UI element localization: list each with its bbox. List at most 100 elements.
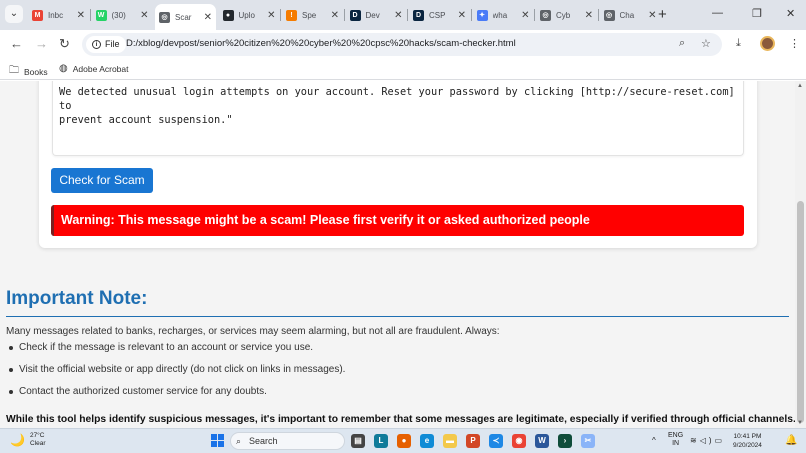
notification-bell-icon[interactable]: 🔔 bbox=[785, 435, 797, 446]
tab-close-icon[interactable]: ✕ bbox=[140, 10, 148, 21]
file-explorer-icon[interactable]: ▬ bbox=[443, 434, 457, 448]
tab-close-icon[interactable]: ✕ bbox=[331, 10, 339, 21]
snipping-tool-icon[interactable]: ✂ bbox=[581, 434, 595, 448]
tab-close-icon[interactable]: ✕ bbox=[585, 10, 593, 21]
taskbar: 🌙 27°C Clear ⌕ Search ▤ L ● e ▬ P ≺ ◉ W … bbox=[0, 428, 806, 453]
bookmark-books[interactable]: 🗀 Books bbox=[9, 63, 48, 80]
bookmark-star-icon[interactable]: ☆ bbox=[701, 37, 711, 50]
info-icon: i bbox=[92, 40, 101, 49]
app-l-icon[interactable]: L bbox=[374, 434, 388, 448]
browser-tab[interactable]: D CSP ✕ bbox=[409, 4, 470, 26]
tab-favicon-icon: W bbox=[95, 9, 107, 21]
tab-close-icon[interactable]: ✕ bbox=[394, 10, 402, 21]
wifi-icon: ≋ bbox=[690, 436, 700, 445]
browser-tab[interactable]: ◎ Scar ✕ bbox=[155, 4, 216, 30]
browser-tab[interactable]: ◎ Cyb ✕ bbox=[536, 4, 597, 26]
restore-icon[interactable]: ❐ bbox=[752, 7, 762, 20]
language-indicator[interactable]: ENG IN bbox=[668, 432, 683, 448]
tab-separator bbox=[280, 9, 281, 21]
scrollbar-thumb[interactable] bbox=[797, 201, 804, 423]
tab-close-icon[interactable]: ✕ bbox=[648, 10, 656, 21]
task-view-icon[interactable]: ▤ bbox=[351, 434, 365, 448]
word-icon[interactable]: W bbox=[535, 434, 549, 448]
back-arrow-icon[interactable]: ← bbox=[10, 36, 23, 51]
browser-tab[interactable]: ● Uplo ✕ bbox=[219, 4, 280, 26]
scam-checker-card: We detected unusual login attempts on yo… bbox=[39, 81, 757, 248]
new-tab-button[interactable]: + bbox=[658, 6, 667, 23]
note-intro: Many messages related to banks, recharge… bbox=[6, 326, 500, 337]
tab-title: CSP bbox=[429, 10, 446, 20]
tab-favicon-icon: ◎ bbox=[603, 9, 615, 21]
note-footer: While this tool helps identify suspiciou… bbox=[6, 414, 795, 425]
browser-tab[interactable]: ! Spe ✕ bbox=[282, 4, 343, 26]
browser-tab[interactable]: ◎ Cha ✕ bbox=[600, 4, 661, 26]
page-scrollbar[interactable]: ▲ ▼ bbox=[795, 81, 806, 428]
bullet-icon bbox=[9, 390, 13, 394]
tab-strip: ⌄ M Inbc ✕ W (30) ✕ ◎ Scar ✕ ● Uplo ✕! Spe ✕ D Dev ✕ D CSP… bbox=[0, 0, 806, 30]
message-textarea[interactable]: We detected unusual login attempts on yo… bbox=[52, 81, 744, 156]
scam-warning-alert: Warning: This message might be a scam! P… bbox=[51, 205, 744, 236]
profile-avatar[interactable] bbox=[760, 36, 775, 51]
tab-favicon-icon: ● bbox=[222, 9, 234, 21]
download-icon[interactable]: ⤓ bbox=[736, 37, 741, 50]
tab-close-icon[interactable]: ✕ bbox=[521, 10, 529, 21]
tab-separator bbox=[407, 9, 408, 21]
search-icon: ⌕ bbox=[236, 436, 242, 446]
tab-search-button[interactable]: ⌄ bbox=[5, 5, 23, 23]
tab-title: Cha bbox=[619, 10, 635, 20]
bookmark-adobe-acrobat[interactable]: ◍ Adobe Acrobat bbox=[59, 63, 129, 74]
zoom-icon[interactable]: ⌕ bbox=[679, 37, 685, 50]
tab-close-icon[interactable]: ✕ bbox=[77, 10, 85, 21]
tab-close-icon[interactable]: ✕ bbox=[204, 12, 212, 23]
message-text[interactable]: We detected unusual login attempts on yo… bbox=[59, 85, 739, 127]
start-windows-icon[interactable] bbox=[211, 434, 224, 447]
chrome-icon[interactable]: ◉ bbox=[512, 434, 526, 448]
browser-toolbar: ← → ↻ i File D:/xblog/devpost/senior%20c… bbox=[0, 30, 806, 58]
lang-top: ENG bbox=[668, 432, 684, 439]
list-item-text: Contact the authorized customer service … bbox=[19, 386, 267, 397]
minimize-icon[interactable]: — bbox=[712, 7, 723, 19]
browser-tab[interactable]: W (30) ✕ bbox=[92, 4, 153, 26]
site-info-label: File bbox=[105, 39, 120, 49]
globe-icon: ◍ bbox=[59, 63, 68, 74]
check-for-scam-button[interactable]: Check for Scam bbox=[51, 168, 153, 193]
menu-kebab-icon[interactable]: ⋮ bbox=[789, 37, 800, 50]
weather-temp: 27°C bbox=[29, 432, 45, 439]
reload-icon[interactable]: ↻ bbox=[59, 36, 70, 52]
browser-tab[interactable]: M Inbc ✕ bbox=[28, 4, 89, 26]
taskbar-search[interactable]: ⌕ Search bbox=[230, 432, 345, 450]
tab-close-icon[interactable]: ✕ bbox=[267, 10, 275, 21]
battery-icon: ▭ bbox=[714, 436, 726, 445]
network-volume-battery-icons[interactable]: ≋◁)▭ bbox=[690, 436, 725, 445]
taskbar-search-label: Search bbox=[249, 436, 278, 446]
tab-title: Spe bbox=[302, 10, 317, 20]
vscode-icon[interactable]: ≺ bbox=[489, 434, 503, 448]
browser-tab[interactable]: ✦ wha ✕ bbox=[473, 4, 534, 26]
bookmarks-bar: 🗀 Books ◍ Adobe Acrobat bbox=[0, 58, 806, 80]
powerpoint-icon[interactable]: P bbox=[466, 434, 480, 448]
tab-separator bbox=[89, 9, 91, 21]
site-info-chip[interactable]: i File bbox=[86, 36, 126, 53]
clock[interactable]: 10:41 PM 9/20/2024 bbox=[733, 432, 762, 450]
page-viewport: We detected unusual login attempts on yo… bbox=[0, 81, 795, 428]
firefox-icon[interactable]: ● bbox=[397, 434, 411, 448]
close-window-icon[interactable]: ✕ bbox=[786, 7, 795, 20]
tab-favicon-icon: ◎ bbox=[540, 9, 551, 21]
clock-time: 10:41 PM bbox=[733, 433, 762, 440]
browser-tab[interactable]: D Dev ✕ bbox=[346, 4, 407, 26]
forward-arrow-icon[interactable]: → bbox=[35, 36, 48, 51]
weather-widget[interactable]: 🌙 27°C Clear bbox=[10, 432, 46, 448]
url-text[interactable]: D:/xblog/devpost/senior%20citizen%20%20c… bbox=[126, 38, 516, 49]
bullet-icon bbox=[9, 368, 13, 372]
weather-condition: Clear bbox=[29, 440, 46, 447]
terminal-icon[interactable]: › bbox=[558, 434, 572, 448]
list-item-text: Visit the official website or app direct… bbox=[19, 364, 346, 375]
tab-close-icon[interactable]: ✕ bbox=[458, 10, 466, 21]
edge-icon[interactable]: e bbox=[420, 434, 434, 448]
tab-title: Dev bbox=[365, 10, 380, 20]
scroll-down-icon[interactable]: ▼ bbox=[797, 420, 803, 426]
scroll-up-icon[interactable]: ▲ bbox=[797, 83, 803, 89]
tab-separator bbox=[597, 9, 599, 21]
address-bar[interactable]: i File D:/xblog/devpost/senior%20citizen… bbox=[82, 33, 722, 56]
tray-overflow-icon[interactable]: ^ bbox=[652, 437, 656, 445]
